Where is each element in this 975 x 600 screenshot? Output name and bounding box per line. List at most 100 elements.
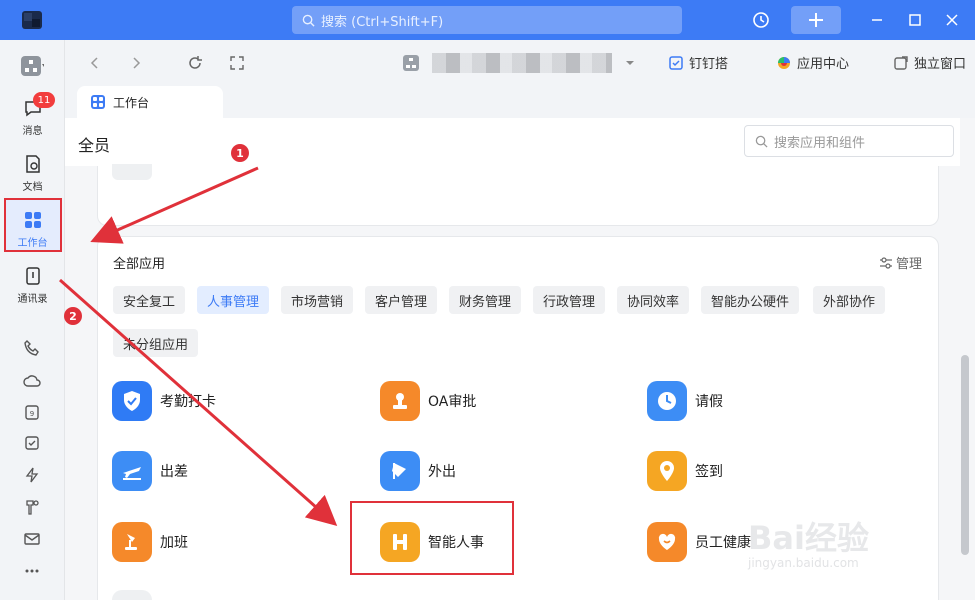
workbench-tab-icon <box>91 95 105 109</box>
minimize-icon[interactable] <box>865 8 889 32</box>
forward-icon[interactable] <box>127 54 145 72</box>
lamp-icon <box>112 522 152 562</box>
member-scope-title[interactable]: 全员 <box>78 132 110 156</box>
more-icon[interactable] <box>20 559 44 583</box>
location-icon <box>647 451 687 491</box>
svg-text:9: 9 <box>30 410 34 418</box>
manage-button[interactable]: 管理 <box>879 253 922 272</box>
search-icon <box>302 14 315 27</box>
plus-icon <box>809 13 823 27</box>
stamp-icon <box>380 381 420 421</box>
watermark: Bai经验 <box>748 519 869 557</box>
back-icon[interactable] <box>86 54 104 72</box>
rail-item-label: 通讯录 <box>17 294 48 305</box>
fullscreen-icon[interactable] <box>228 54 246 72</box>
app-center-icon <box>778 56 790 69</box>
category-chip[interactable]: 安全复工 <box>113 286 186 314</box>
app-logo-icon <box>22 11 42 29</box>
app-label: 加班 <box>160 535 188 551</box>
top-card: 尚品 <box>97 164 939 226</box>
partial-app-icon <box>112 164 152 180</box>
org-icon <box>401 53 421 73</box>
category-chip[interactable]: 客户管理 <box>365 286 438 314</box>
category-chip[interactable]: 财务管理 <box>449 286 522 314</box>
manage-label: 管理 <box>896 257 923 272</box>
rail-item-docs[interactable]: 文档 <box>0 154 65 193</box>
cloud-icon[interactable] <box>20 369 44 393</box>
chevron-down-icon[interactable] <box>621 54 639 72</box>
app-label: 签到 <box>695 464 723 480</box>
dingding-build-link[interactable]: 钉钉搭 <box>668 53 728 72</box>
tab-label: 工作台 <box>113 95 150 110</box>
title-bar: 搜索 (Ctrl+Shift+F) <box>0 0 975 40</box>
app-label: 出差 <box>160 464 188 480</box>
independent-window-link[interactable]: 独立窗口 <box>893 53 966 72</box>
unread-badge: 11 <box>33 92 55 108</box>
flag-icon <box>380 451 420 491</box>
app-employee-health[interactable]: 员工健康 <box>647 522 751 562</box>
history-icon[interactable] <box>749 8 773 32</box>
category-chip[interactable]: 行政管理 <box>533 286 606 314</box>
check-shield-icon <box>112 381 152 421</box>
app-oa-approval[interactable]: OA审批 <box>380 381 476 421</box>
document-icon <box>25 155 40 173</box>
maximize-icon[interactable] <box>903 8 927 32</box>
scrollbar[interactable] <box>961 355 969 555</box>
smart-hr-highlight-box <box>350 501 514 575</box>
popout-window-icon <box>894 55 908 70</box>
category-chip[interactable]: 未分组应用 <box>113 329 199 357</box>
category-chip-active[interactable]: 人事管理 <box>197 286 270 314</box>
app-business-trip[interactable]: 出差 <box>112 451 188 491</box>
tool-icon[interactable] <box>20 495 44 519</box>
org-name-redacted[interactable] <box>432 53 612 73</box>
global-search-input[interactable]: 搜索 (Ctrl+Shift+F) <box>292 6 682 34</box>
app-search-input[interactable]: 搜索应用和组件 <box>744 125 954 157</box>
mail-icon[interactable] <box>20 527 44 551</box>
app-center-link[interactable]: 应用中心 <box>776 53 849 72</box>
category-chip[interactable]: 市场营销 <box>281 286 354 314</box>
tab-workbench[interactable]: 工作台 <box>77 86 223 118</box>
phone-icon[interactable] <box>20 336 44 360</box>
app-label: 员工健康 <box>695 535 751 551</box>
category-chip[interactable]: 协同效率 <box>617 286 690 314</box>
app-check-in[interactable]: 签到 <box>647 451 723 491</box>
app-outing[interactable]: 外出 <box>380 451 456 491</box>
app-attendance[interactable]: 考勤打卡 <box>112 381 216 421</box>
search-placeholder: 搜索应用和组件 <box>774 135 866 151</box>
category-chip[interactable]: 外部协作 <box>813 286 886 314</box>
lightning-icon[interactable] <box>20 463 44 487</box>
app-leave[interactable]: 请假 <box>647 381 723 421</box>
rail-item-label: 消息 <box>22 126 43 137</box>
todo-check-icon[interactable] <box>20 431 44 455</box>
settings-sliders-icon <box>880 256 892 269</box>
category-chip[interactable]: 智能办公硬件 <box>701 286 800 314</box>
refresh-icon[interactable] <box>186 54 204 72</box>
org-switch-icon[interactable] <box>20 54 44 78</box>
app-label: 请假 <box>695 394 723 410</box>
watermark-url: jingyan.baidu.com <box>748 556 859 570</box>
contacts-icon <box>25 267 40 285</box>
rail-item-workbench[interactable]: 工作台 <box>0 210 65 249</box>
annotation-step1: 1 <box>231 144 249 162</box>
rail-item-label: 文档 <box>22 182 43 193</box>
create-button[interactable] <box>791 6 841 34</box>
app-overtime[interactable]: 加班 <box>112 522 188 562</box>
search-icon <box>755 135 768 148</box>
link-label: 独立窗口 <box>914 57 967 72</box>
link-label: 钉钉搭 <box>689 57 729 72</box>
app-label: 外出 <box>428 464 456 480</box>
plane-icon <box>112 451 152 491</box>
rail-item-messages[interactable]: 消息 <box>0 98 65 137</box>
app-label: OA审批 <box>428 394 477 410</box>
link-label: 应用中心 <box>797 57 850 72</box>
clock-icon <box>647 381 687 421</box>
rail-item-contacts[interactable]: 通讯录 <box>0 266 65 305</box>
close-icon[interactable] <box>940 8 964 32</box>
annotation-step2: 2 <box>64 307 82 325</box>
search-placeholder: 搜索 (Ctrl+Shift+F) <box>321 14 444 30</box>
app-label: 考勤打卡 <box>160 394 216 410</box>
calendar-icon[interactable]: 9 <box>20 400 44 424</box>
all-apps-title: 全部应用 <box>113 257 166 272</box>
partial-app-icon <box>112 590 152 600</box>
heart-icon <box>647 522 687 562</box>
